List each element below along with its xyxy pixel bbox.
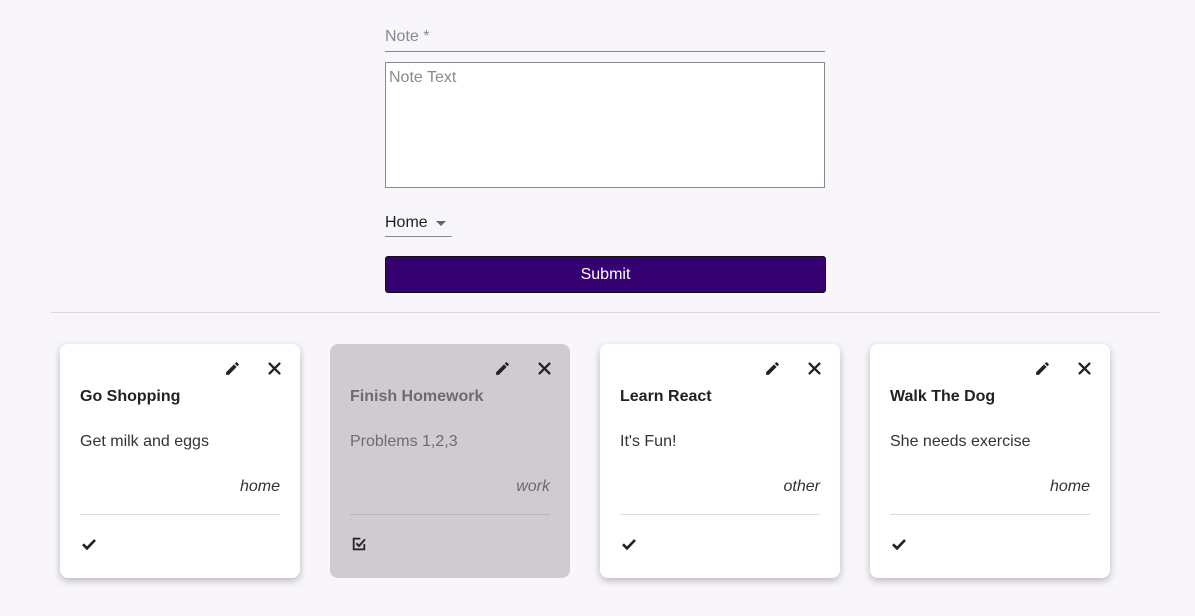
note-category: other	[783, 478, 820, 495]
note-title-input[interactable]	[385, 22, 825, 51]
note-title: Learn React	[620, 388, 712, 405]
note-category: work	[516, 478, 550, 495]
close-icon[interactable]	[264, 358, 284, 378]
pencil-icon[interactable]	[762, 358, 782, 378]
note-form: Note * Home Submit	[385, 22, 826, 293]
note-text-input[interactable]	[385, 62, 825, 188]
card-divider	[80, 514, 280, 515]
category-select-value: Home	[385, 214, 428, 231]
note-category: home	[239, 478, 280, 495]
note-actions	[492, 358, 554, 378]
card-divider	[620, 514, 820, 515]
note-title-field[interactable]: Note *	[385, 22, 825, 52]
checkmark-icon[interactable]	[620, 535, 638, 553]
note-body: Problems 1,2,3	[350, 433, 458, 450]
note-body: It's Fun!	[620, 433, 677, 450]
close-icon[interactable]	[1074, 358, 1094, 378]
note-card: Finish Homework Problems 1,2,3 work	[330, 344, 570, 578]
card-divider	[890, 514, 1090, 515]
category-select[interactable]: Home	[385, 210, 452, 237]
note-actions	[762, 358, 824, 378]
close-icon[interactable]	[804, 358, 824, 378]
chevron-down-icon	[435, 220, 446, 226]
note-card: Go Shopping Get milk and eggs home	[60, 344, 300, 578]
note-card: Learn React It's Fun! other	[600, 344, 840, 578]
card-divider	[350, 514, 550, 515]
note-title: Walk The Dog	[890, 388, 996, 405]
note-actions	[222, 358, 284, 378]
pencil-icon[interactable]	[492, 358, 512, 378]
section-divider	[51, 312, 1160, 313]
note-category: home	[1049, 478, 1090, 495]
note-card: Walk The Dog She needs exercise home	[870, 344, 1110, 578]
pencil-icon[interactable]	[222, 358, 242, 378]
checkmark-icon[interactable]	[890, 535, 908, 553]
submit-button[interactable]: Submit	[385, 256, 826, 293]
pencil-icon[interactable]	[1032, 358, 1052, 378]
notes-list: Go Shopping Get milk and eggs home Finis…	[60, 344, 1110, 578]
note-title: Finish Homework	[350, 388, 484, 405]
close-icon[interactable]	[534, 358, 554, 378]
checked-checkbox-icon[interactable]	[350, 535, 368, 553]
note-body: Get milk and eggs	[80, 433, 209, 450]
note-title: Go Shopping	[80, 388, 181, 405]
checkmark-icon[interactable]	[80, 535, 98, 553]
note-actions	[1032, 358, 1094, 378]
note-body: She needs exercise	[890, 433, 1031, 450]
